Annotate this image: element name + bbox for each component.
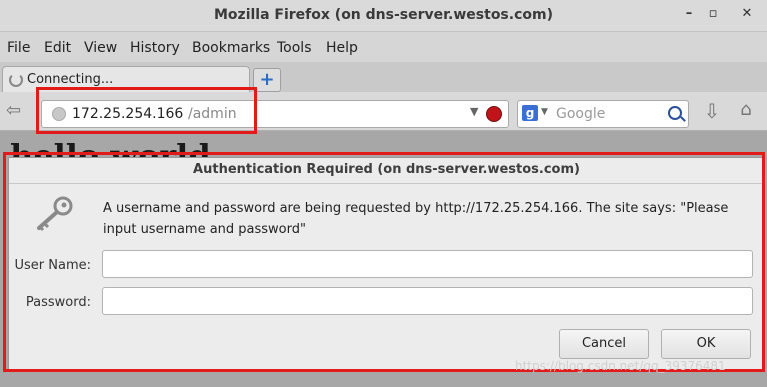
search-placeholder: Google: [556, 106, 606, 122]
menu-help[interactable]: Help: [326, 40, 358, 56]
search-bar[interactable]: g ▼ Google: [517, 100, 689, 128]
menu-tools[interactable]: Tools: [277, 40, 312, 56]
url-bar[interactable]: 172.25.254.166 /admin ▼: [41, 100, 509, 128]
search-icon[interactable]: [668, 106, 682, 120]
dialog-message-line2: input username and password": [103, 222, 306, 237]
menu-file[interactable]: File: [7, 40, 30, 56]
dialog-message: A username and password are being reques…: [103, 198, 753, 240]
search-engine-dropdown-icon[interactable]: ▼: [541, 107, 548, 117]
google-engine-icon[interactable]: g: [522, 105, 538, 121]
ok-button[interactable]: OK: [661, 329, 751, 359]
key-icon: [33, 194, 77, 238]
maximize-icon[interactable]: ▫: [704, 5, 722, 23]
menu-history[interactable]: History: [130, 40, 180, 56]
dialog-message-line1: A username and password are being reques…: [103, 201, 729, 216]
menu-bar: File Edit View History Bookmarks Tools H…: [0, 32, 767, 62]
window-title: Mozilla Firefox (on dns-server.westos.co…: [214, 7, 553, 23]
stop-icon[interactable]: [486, 106, 502, 122]
menu-edit[interactable]: Edit: [44, 40, 71, 56]
tab-strip: Connecting... +: [0, 62, 767, 93]
auth-dialog: Authentication Required (on dns-server.w…: [8, 157, 765, 370]
nav-bar: ⇦ 172.25.254.166 /admin ▼ g ▼ Google ⇩ ⌂: [0, 92, 767, 131]
new-tab-button[interactable]: +: [253, 68, 281, 92]
dialog-divider: [9, 183, 764, 184]
close-icon[interactable]: ✕: [738, 5, 756, 23]
url-history-dropdown-icon[interactable]: ▼: [470, 105, 478, 118]
url-path: /admin: [188, 106, 237, 122]
title-bar: Mozilla Firefox (on dns-server.westos.co…: [0, 0, 767, 32]
home-icon[interactable]: ⌂: [735, 99, 757, 123]
cancel-button[interactable]: Cancel: [559, 329, 649, 359]
password-field[interactable]: [102, 287, 753, 315]
globe-icon: [52, 107, 66, 121]
loading-spinner-icon: [9, 73, 23, 87]
back-icon[interactable]: ⇦: [6, 100, 28, 122]
password-label: Password:: [25, 295, 91, 310]
dialog-title: Authentication Required (on dns-server.w…: [193, 162, 580, 177]
watermark: https://blog.csdn.net/qq_39376481: [515, 359, 726, 373]
tab-connecting[interactable]: Connecting...: [2, 66, 250, 93]
url-host: 172.25.254.166: [72, 106, 184, 122]
username-label: User Name:: [14, 258, 92, 273]
download-icon[interactable]: ⇩: [701, 99, 723, 123]
username-field[interactable]: [102, 250, 753, 278]
minimize-icon[interactable]: –: [680, 5, 698, 23]
tab-label: Connecting...: [27, 72, 114, 87]
menu-bookmarks[interactable]: Bookmarks: [192, 40, 270, 56]
menu-view[interactable]: View: [84, 40, 117, 56]
